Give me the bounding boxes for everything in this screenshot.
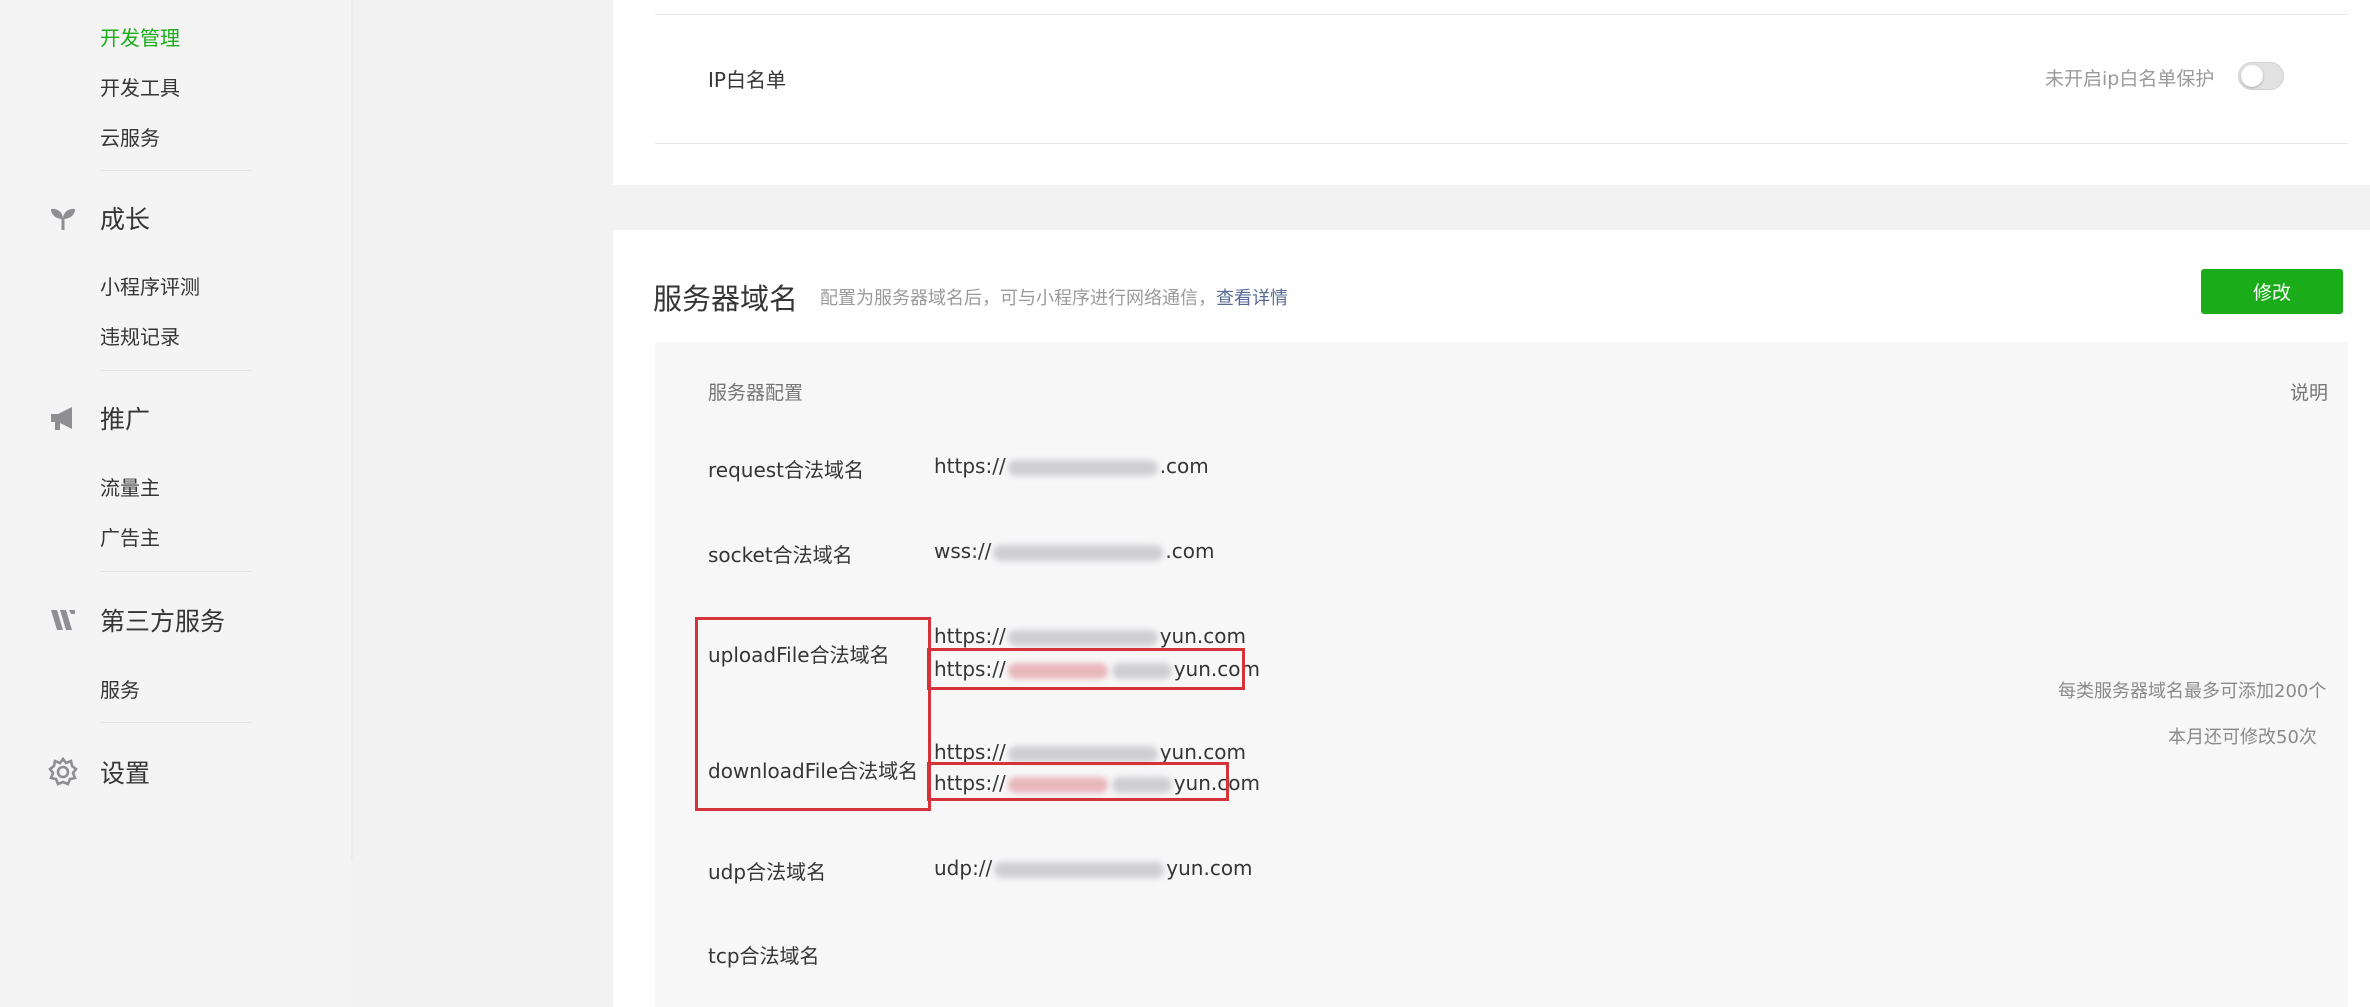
note-remaining-edits: 本月还可修改50次 bbox=[2168, 727, 2317, 748]
row-label-udp: udp合法域名 bbox=[708, 860, 827, 884]
domain-suffix: yun.com bbox=[1166, 856, 1253, 880]
domain-prefix: https:// bbox=[934, 454, 1006, 478]
sidebar-divider bbox=[100, 170, 252, 171]
megaphone-icon bbox=[46, 401, 80, 435]
header-notes: 说明 bbox=[2290, 382, 2329, 404]
sidebar-item-traffic-master[interactable]: 流量主 bbox=[100, 472, 160, 501]
ip-whitelist-label: IP白名单 bbox=[708, 68, 786, 92]
ip-whitelist-status: 未开启ip白名单保护 bbox=[2045, 68, 2215, 90]
domain-value-download-file-1: https:// yun.com bbox=[934, 740, 1246, 764]
domain-suffix: yun.com bbox=[1159, 740, 1246, 764]
domain-prefix: wss:// bbox=[934, 539, 992, 563]
ip-whitelist-toggle[interactable] bbox=[2238, 62, 2284, 90]
domain-value-request: https:// .com bbox=[934, 454, 1209, 478]
sidebar-item-evaluation[interactable]: 小程序评测 bbox=[100, 271, 200, 300]
edit-button[interactable]: 修改 bbox=[2201, 269, 2343, 314]
sidebar-group-settings[interactable]: 设置 bbox=[46, 752, 150, 792]
gear-icon bbox=[46, 755, 80, 789]
domain-value-upload-file-1: https:// yun.com bbox=[934, 624, 1246, 648]
ip-whitelist-panel: IP白名单 未开启ip白名单保护 bbox=[613, 0, 2370, 185]
sidebar-item-violations[interactable]: 违规记录 bbox=[100, 321, 180, 350]
domain-suffix: .com bbox=[1159, 454, 1209, 478]
description-text: 配置为服务器域名后，可与小程序进行网络通信， bbox=[820, 288, 1216, 309]
toggle-knob bbox=[2241, 65, 2263, 87]
sidebar-divider bbox=[100, 722, 252, 723]
redacted-domain bbox=[994, 861, 1165, 878]
redacted-domain bbox=[993, 544, 1164, 561]
sidebar-group-promotion[interactable]: 推广 bbox=[46, 398, 150, 438]
sidebar-group-label: 成长 bbox=[100, 205, 151, 234]
domain-value-udp: udp:// yun.com bbox=[934, 856, 1253, 880]
sidebar-group-label: 设置 bbox=[100, 759, 151, 788]
divider bbox=[655, 14, 2348, 15]
sidebar-item-cloud-service[interactable]: 云服务 bbox=[100, 122, 160, 151]
domain-prefix: https:// bbox=[934, 624, 1006, 648]
domain-prefix: udp:// bbox=[934, 856, 993, 880]
highlight-box-labels bbox=[695, 617, 931, 811]
sidebar-group-growth[interactable]: 成长 bbox=[46, 198, 150, 238]
sidebar-group-label: 推广 bbox=[100, 405, 151, 434]
section-description: 配置为服务器域名后，可与小程序进行网络通信，查看详情 bbox=[820, 284, 1288, 310]
domain-value-socket: wss:// .com bbox=[934, 539, 1215, 563]
redacted-domain bbox=[1007, 459, 1158, 476]
divider bbox=[655, 143, 2348, 144]
sidebar-item-dev-management[interactable]: 开发管理 bbox=[100, 22, 180, 51]
header-server-config: 服务器配置 bbox=[708, 382, 804, 404]
sidebar-divider bbox=[100, 571, 252, 572]
view-details-link[interactable]: 查看详情 bbox=[1216, 288, 1288, 309]
highlight-box-upload-domain bbox=[927, 648, 1245, 690]
server-domain-table: 服务器配置 说明 request合法域名 https:// .com socket… bbox=[655, 342, 2348, 1007]
row-label-request: request合法域名 bbox=[708, 458, 865, 482]
sidebar-divider bbox=[100, 370, 252, 371]
row-label-tcp: tcp合法域名 bbox=[708, 944, 820, 968]
redacted-domain bbox=[1007, 745, 1158, 762]
domain-suffix: .com bbox=[1165, 539, 1215, 563]
note-max-domains: 每类服务器域名最多可添加200个 bbox=[2058, 681, 2327, 702]
section-title: 服务器域名 bbox=[653, 282, 799, 316]
third-party-icon bbox=[46, 603, 80, 637]
sidebar-group-third-party[interactable]: 第三方服务 bbox=[46, 600, 225, 640]
sidebar-divider-line bbox=[351, 0, 353, 860]
sprout-icon bbox=[46, 201, 80, 235]
sidebar-group-label: 第三方服务 bbox=[100, 607, 226, 636]
domain-suffix: yun.com bbox=[1159, 624, 1246, 648]
sidebar: 开发管理 开发工具 云服务 成长 小程序评测 违规记录 推广 流量主 广告主 第… bbox=[0, 0, 353, 1007]
row-label-socket: socket合法域名 bbox=[708, 543, 853, 567]
server-domain-panel: 服务器域名 配置为服务器域名后，可与小程序进行网络通信，查看详情 修改 服务器配… bbox=[613, 230, 2370, 1007]
domain-prefix: https:// bbox=[934, 740, 1006, 764]
highlight-box-download-domain bbox=[927, 762, 1229, 801]
sidebar-item-dev-tools[interactable]: 开发工具 bbox=[100, 72, 180, 101]
redacted-domain bbox=[1007, 629, 1158, 646]
sidebar-item-services[interactable]: 服务 bbox=[100, 674, 140, 703]
sidebar-item-advertiser[interactable]: 广告主 bbox=[100, 522, 160, 551]
